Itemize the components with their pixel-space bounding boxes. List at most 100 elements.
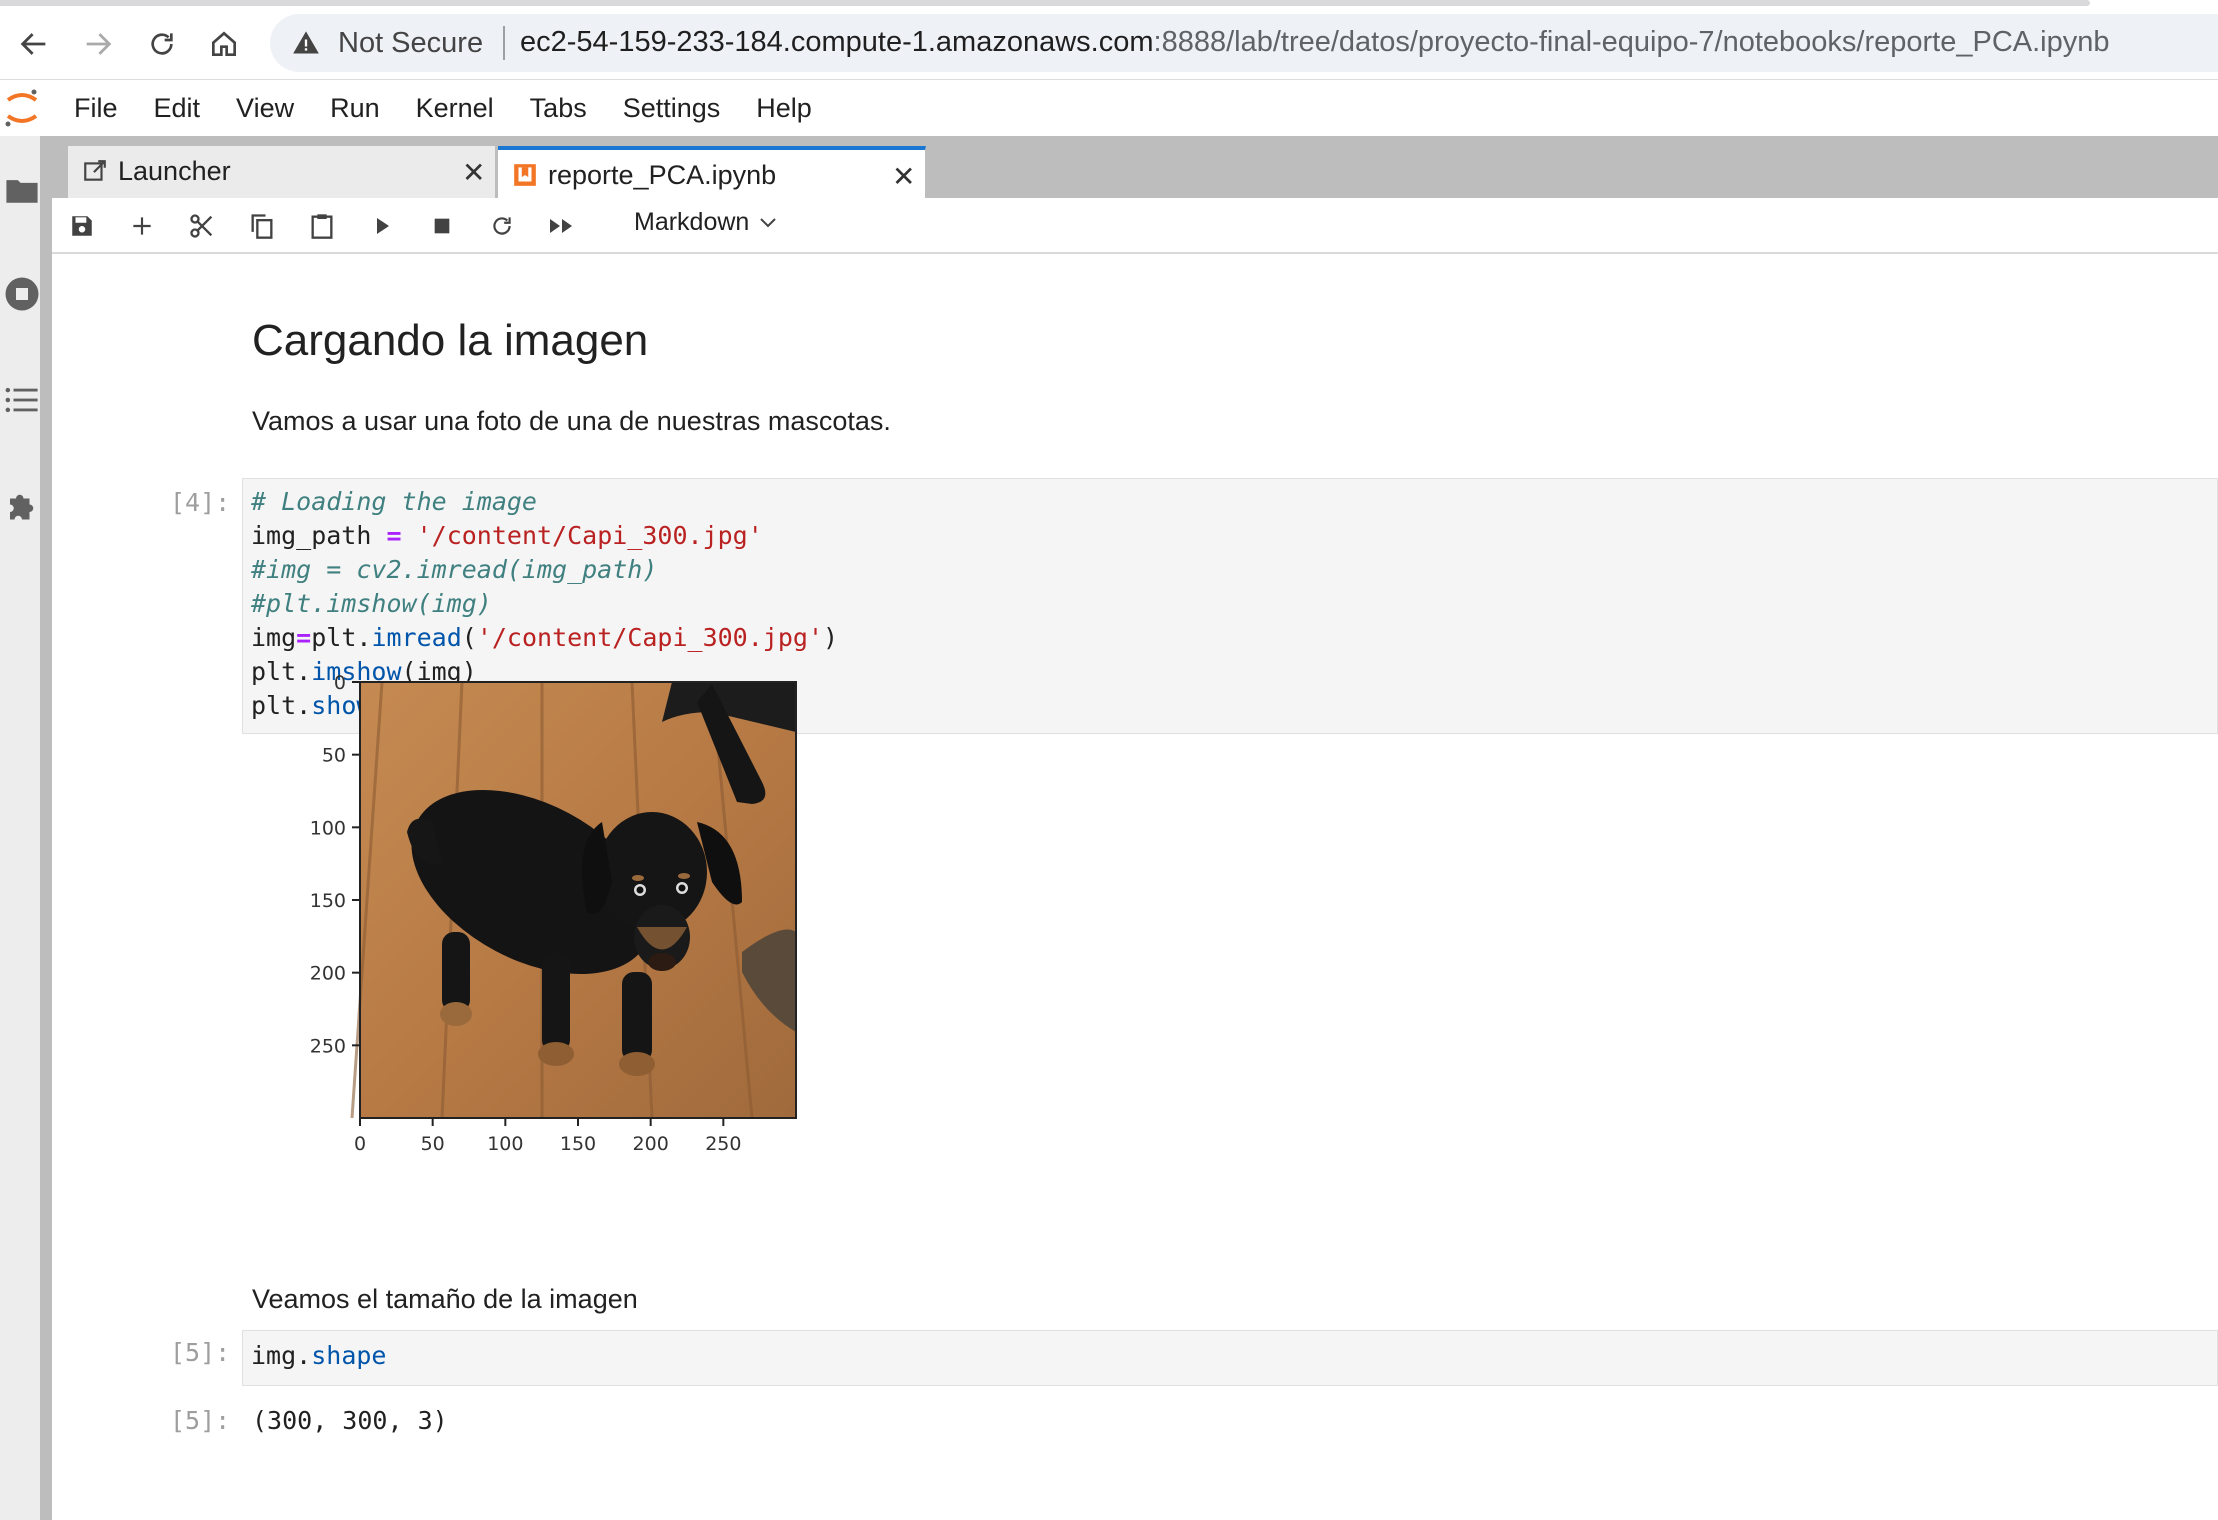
output-5-text: (300, 300, 3): [252, 1406, 448, 1435]
markdown-heading: Cargando la imagen: [252, 316, 649, 365]
code-line-3: #img = cv2.imread(img_path): [251, 555, 658, 584]
markdown-intro: Vamos a usar una foto de una de nuestras…: [252, 406, 891, 436]
save-icon: [72, 216, 92, 236]
back-button[interactable]: [6, 16, 62, 72]
image-plot: 0 50 100 150 200 250 0 50 100 150 200 250: [310, 672, 797, 1152]
cell-type-value: Markdown: [634, 208, 750, 236]
chevron-down-icon: [760, 217, 777, 227]
tab-bar: Launcher ✕ reporte_PCA.ipynb ✕: [52, 136, 2218, 198]
table-of-contents-tab[interactable]: [4, 380, 40, 420]
home-icon: [212, 31, 236, 56]
reload-icon: [151, 33, 173, 55]
run-button[interactable]: [362, 208, 402, 244]
url-separator: [503, 26, 505, 60]
menu-edit[interactable]: Edit: [136, 93, 219, 124]
url-path: :8888/lab/tree/datos/proyecto-final-equi…: [1153, 26, 2110, 58]
cell-5-prompt: [5]:: [170, 1338, 231, 1367]
menu-settings[interactable]: Settings: [605, 93, 739, 124]
notebook-icon: [514, 164, 536, 186]
running-sessions-tab[interactable]: [4, 274, 40, 314]
close-icon[interactable]: ✕: [892, 160, 915, 193]
cut-button[interactable]: [182, 208, 222, 244]
notebook-toolbar: Markdown: [52, 198, 2218, 254]
clipboard-icon: [311, 214, 333, 239]
scissors-icon: [190, 214, 213, 238]
insert-cell-button[interactable]: [122, 208, 162, 244]
y-tick-label: 200: [310, 963, 346, 985]
security-label[interactable]: Not Secure: [338, 27, 483, 60]
forward-arrow-icon: [86, 33, 112, 55]
code-line-2: img_path = '/content/Capi_300.jpg': [251, 521, 763, 550]
menu-tabs[interactable]: Tabs: [512, 93, 605, 124]
jupyter-logo-icon: [5, 89, 38, 127]
image-area: [350, 681, 796, 1119]
menu-run[interactable]: Run: [312, 93, 398, 124]
paste-button[interactable]: [302, 208, 342, 244]
tab-reporte-pca-label: reporte_PCA.ipynb: [548, 160, 777, 190]
code-line-5: img=plt.imread('/content/Capi_300.jpg'): [251, 623, 839, 652]
code-cell-5[interactable]: img.shape: [242, 1330, 2218, 1386]
plus-icon: [133, 217, 151, 235]
restart-run-all-button[interactable]: [542, 208, 582, 244]
y-tick-label: 150: [310, 890, 346, 912]
reload-button[interactable]: [134, 16, 190, 72]
forward-button[interactable]: [70, 16, 126, 72]
cell-4-prompt: [4]:: [170, 488, 231, 517]
url-host: ec2-54-159-233-184.compute-1.amazonaws.c…: [520, 26, 1154, 58]
interrupt-button[interactable]: [422, 208, 462, 244]
close-icon[interactable]: ✕: [462, 156, 485, 189]
list-icon: [5, 387, 38, 413]
play-icon: [377, 218, 389, 234]
x-tick-label: 0: [354, 1133, 366, 1152]
cell-type-select[interactable]: Markdown: [634, 208, 777, 237]
code-line-shape: img.shape: [251, 1341, 387, 1370]
x-tick-label: 100: [487, 1133, 523, 1152]
stop-icon: [434, 218, 450, 234]
url-text[interactable]: ec2-54-159-233-184.compute-1.amazonaws.c…: [520, 26, 2110, 59]
x-tick-label: 150: [560, 1133, 596, 1152]
menu-file[interactable]: File: [56, 93, 136, 124]
file-browser-tab[interactable]: [4, 170, 40, 210]
restart-icon: [493, 217, 511, 235]
x-tick-label: 250: [705, 1133, 741, 1152]
x-tick-label: 50: [421, 1133, 445, 1152]
home-button[interactable]: [196, 16, 252, 72]
extensions-tab[interactable]: [4, 486, 40, 526]
back-arrow-icon: [20, 33, 46, 55]
stop-circle-icon: [5, 277, 39, 311]
main-dock: Launcher ✕ reporte_PCA.ipynb ✕ Markdown …: [52, 136, 2218, 1520]
warning-icon: [293, 31, 319, 54]
x-tick-label: 200: [633, 1133, 669, 1152]
copy-button[interactable]: [242, 208, 282, 244]
y-tick-label: 250: [310, 1035, 346, 1057]
code-line-4: #plt.imshow(img): [251, 589, 492, 618]
restart-button[interactable]: [482, 208, 522, 244]
copy-icon: [251, 214, 273, 239]
tab-launcher[interactable]: Launcher ✕: [68, 146, 496, 198]
y-tick-label: 100: [310, 817, 346, 839]
y-axis: 0 50 100 150 200 250: [310, 672, 360, 1057]
code-line-1: # Loading the image: [251, 487, 537, 516]
menu-kernel[interactable]: Kernel: [398, 93, 512, 124]
jupyter-menubar: File Edit View Run Kernel Tabs Settings …: [0, 80, 2218, 136]
launcher-icon: [84, 160, 106, 181]
screen: { "browser": { "security_label": "Not Se…: [0, 0, 2218, 1520]
output-5-prompt: [5]:: [170, 1406, 231, 1435]
menu-view[interactable]: View: [218, 93, 312, 124]
fast-forward-icon: [550, 219, 572, 233]
menu-items: File Edit View Run Kernel Tabs Settings …: [56, 80, 830, 136]
puzzle-piece-icon: [10, 494, 34, 520]
markdown-size-text: Veamos el tamaño de la imagen: [252, 1284, 638, 1314]
folder-icon: [6, 180, 38, 203]
menu-help[interactable]: Help: [738, 93, 830, 124]
left-sidebar: [0, 136, 52, 1520]
y-tick-label: 50: [322, 745, 346, 767]
notebook-panel: Cargando la imagen Vamos a usar una foto…: [52, 256, 2218, 1520]
loading-progress: [0, 0, 2090, 6]
save-button[interactable]: [62, 208, 102, 244]
address-bar[interactable]: Not Secure ec2-54-159-233-184.compute-1.…: [270, 14, 2218, 72]
browser-toolbar: Not Secure ec2-54-159-233-184.compute-1.…: [0, 0, 2218, 80]
tab-reporte-pca[interactable]: reporte_PCA.ipynb ✕: [498, 146, 926, 198]
x-axis: 0 50 100 150 200 250: [354, 1118, 741, 1152]
tab-launcher-label: Launcher: [118, 156, 231, 186]
